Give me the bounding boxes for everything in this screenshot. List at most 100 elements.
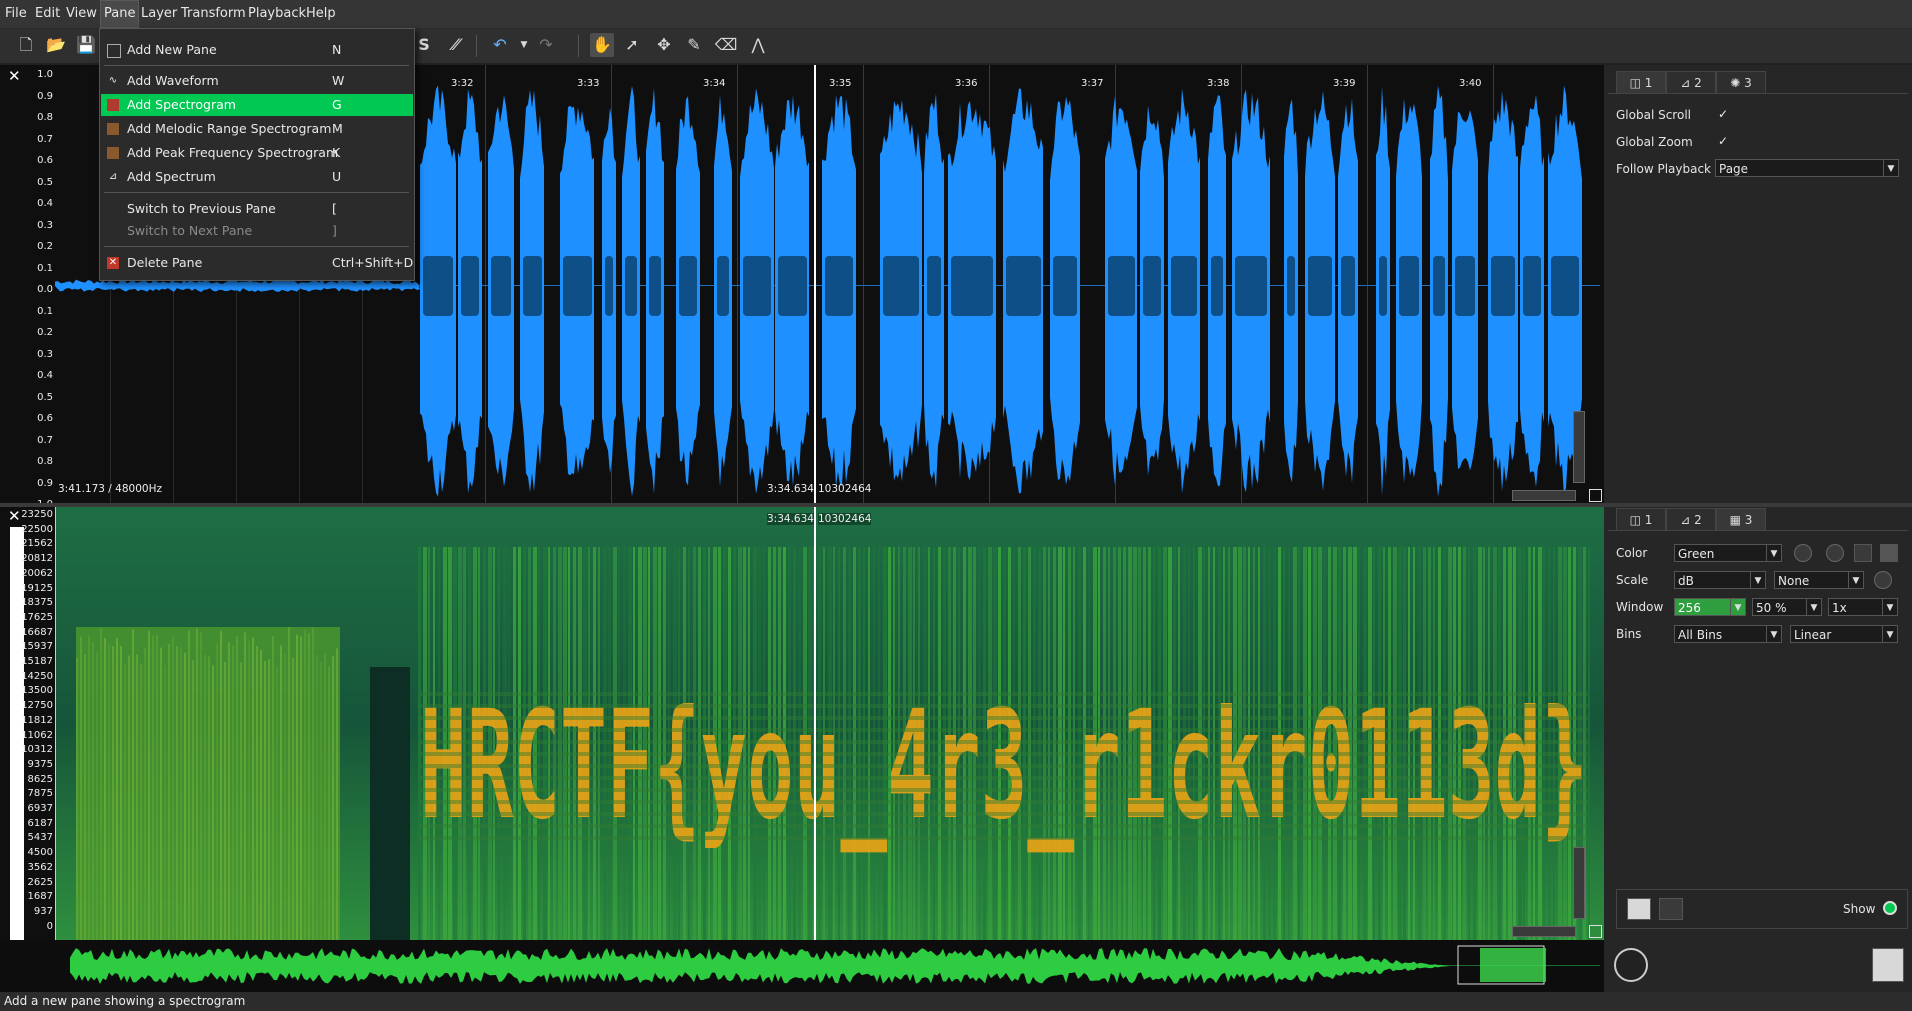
zoom-reset-button[interactable] (1589, 489, 1602, 502)
spectrogram-texture (308, 633, 310, 940)
panel-splitter[interactable] (1604, 503, 1912, 507)
layer-settings-icon[interactable] (1659, 898, 1683, 920)
follow-playback-select[interactable]: Page ▼ (1715, 159, 1899, 177)
melodic-spectrogram-icon (107, 123, 119, 135)
measure-tool-icon[interactable]: ⋀ (746, 33, 770, 57)
spectrogram-texture (100, 628, 102, 940)
spectrogram-bin-column (1588, 547, 1590, 940)
spectrogram-texture (184, 652, 186, 940)
normalize-toggle[interactable] (1854, 544, 1872, 562)
colour-rotation-knob[interactable] (1826, 544, 1844, 562)
menu-item-add-spectrogram[interactable]: Add Spectrogram G (101, 94, 413, 116)
menu-pane[interactable]: Pane (100, 0, 140, 28)
time-tick-label: 3:32 (451, 78, 473, 89)
spectrogram-canvas[interactable]: HRCTF{you_4r3_r1ckr0113d} (0, 507, 1604, 940)
frequency-tick-label: 8625 (27, 773, 53, 785)
threshold-knob[interactable] (1874, 571, 1892, 589)
waveform-rms (491, 256, 511, 316)
overview-waveform[interactable] (0, 940, 1604, 992)
select-tool-icon[interactable]: ➚ (620, 33, 644, 57)
scale-label: Scale (1616, 573, 1649, 587)
menu-help[interactable]: Help (303, 0, 339, 28)
vertical-zoom-thumbwheel[interactable] (1573, 847, 1585, 919)
open-file-icon[interactable]: 📂 (44, 33, 68, 57)
close-pane-icon[interactable]: ✕ (8, 69, 22, 84)
waveform-rms (1006, 256, 1041, 316)
new-file-icon[interactable]: 🗋 (14, 33, 38, 57)
save-file-icon[interactable]: 💾 (74, 33, 98, 57)
erase-tool-icon[interactable]: ⌫ (714, 33, 738, 57)
draw-tool-icon[interactable]: ✎ (682, 33, 706, 57)
horizontal-zoom-thumbwheel[interactable] (1512, 926, 1576, 937)
menu-file[interactable]: File (2, 0, 30, 28)
solo-icon[interactable]: S (412, 33, 436, 57)
waveform-rms (778, 256, 807, 316)
scale-select[interactable]: dB ▼ (1674, 571, 1766, 589)
bins-select[interactable]: All Bins ▼ (1674, 625, 1782, 643)
redo-icon[interactable]: ↷ (534, 33, 558, 57)
normalize-icon[interactable]: ⁄⁄ (444, 33, 468, 57)
undo-history-icon[interactable]: ▼ (512, 33, 536, 57)
spectrogram-texture (236, 636, 238, 940)
menu-playback[interactable]: Playback (245, 0, 309, 28)
menu-item-add-new-pane[interactable]: Add New Pane N (101, 39, 413, 61)
tab-layer-1[interactable]: ◫ 1 (1616, 508, 1666, 531)
spectrogram-pane[interactable]: HRCTF{you_4r3_r1ckr0113d} ✕ 23250 22500 21… (0, 507, 1604, 940)
menu-item-add-waveform[interactable]: ∿ Add Waveform W (101, 70, 413, 92)
menu-transform[interactable]: Transform (178, 0, 249, 28)
menu-item-add-peak-frequency-spectrogram[interactable]: Add Peak Frequency Spectrogram K (101, 142, 413, 164)
normalization-select[interactable]: None ▼ (1774, 571, 1864, 589)
spectrogram-texture (92, 641, 94, 940)
toolbar-divider (476, 35, 477, 57)
navigate-tool-icon[interactable]: ✋ (590, 33, 614, 57)
frequency-tick-label: 15187 (21, 656, 53, 667)
spectrogram-texture (208, 656, 210, 940)
amplitude-tick-label: 0.1 (37, 262, 53, 274)
zoom-reset-button[interactable] (1589, 925, 1602, 938)
amplitude-tick-label: 0.5 (37, 176, 53, 188)
menu-item-switch-previous-pane[interactable]: Switch to Previous Pane[ (101, 198, 413, 220)
frequency-scale: 23250 22500 21562 20812 20062 19125 18375 17625… (21, 507, 56, 940)
window-size-select[interactable]: 256 ▼ (1674, 598, 1746, 616)
frequency-tick-label: 10312 (21, 744, 53, 756)
global-scroll-label: Global Scroll (1616, 108, 1691, 122)
gain-knob[interactable] (1794, 544, 1812, 562)
bins-label: Bins (1616, 627, 1642, 641)
tab-layer-3[interactable]: ▦ 3 (1716, 508, 1766, 531)
interpolate-toggle[interactable] (1880, 544, 1898, 562)
menu-layer[interactable]: Layer (138, 0, 180, 28)
horizontal-zoom-thumbwheel[interactable] (1512, 490, 1576, 501)
tab-layer-2[interactable]: ⊿ 2 (1666, 508, 1716, 531)
menu-item-add-spectrum[interactable]: ⊿ Add Spectrum U (101, 166, 413, 188)
tab-layer-3[interactable]: ✺ 3 (1716, 71, 1766, 94)
edit-tool-icon[interactable]: ✥ (652, 33, 676, 57)
frequency-tick-label: 18375 (21, 597, 53, 609)
oversampling-select[interactable]: 1x ▼ (1828, 598, 1898, 616)
show-toggle[interactable] (1883, 901, 1897, 915)
spectrogram-texture (336, 648, 338, 940)
frequency-tick-label: 11812 (21, 714, 53, 726)
menu-item-add-melodic-range-spectrogram[interactable]: Add Melodic Range Spectrogram M (101, 118, 413, 140)
menu-item-delete-pane[interactable]: ✕ Delete Pane Ctrl+Shift+D (101, 252, 413, 274)
tab-layer-1[interactable]: ◫ 1 (1616, 71, 1666, 94)
undo-icon[interactable]: ↶ (488, 33, 512, 57)
overview-strip[interactable] (0, 940, 1604, 992)
tab-layer-2[interactable]: ⊿ 2 (1666, 71, 1716, 94)
playback-layer-icon[interactable] (1627, 898, 1651, 920)
frequency-scale-select[interactable]: Linear ▼ (1790, 625, 1898, 643)
global-scroll-checkbox[interactable]: ✓ (1718, 108, 1730, 120)
close-pane-icon[interactable]: ✕ (8, 509, 22, 524)
menu-edit[interactable]: Edit (32, 0, 63, 28)
waveform-rms (927, 256, 941, 316)
global-zoom-checkbox[interactable]: ✓ (1718, 135, 1730, 147)
color-select[interactable]: Green ▼ (1674, 544, 1782, 562)
playback-speed-dial[interactable] (1614, 948, 1648, 982)
amplitude-tick-label: 0.8 (37, 112, 53, 123)
vertical-zoom-thumbwheel[interactable] (1573, 411, 1585, 483)
menu-view[interactable]: View (63, 0, 100, 28)
waveform-rms (679, 256, 697, 316)
playback-layer-icon[interactable] (1872, 948, 1904, 982)
frequency-tick-label: 23250 (21, 509, 53, 520)
spectrogram-harmonic-band (420, 692, 1588, 696)
window-overlap-select[interactable]: 50 % ▼ (1752, 598, 1822, 616)
